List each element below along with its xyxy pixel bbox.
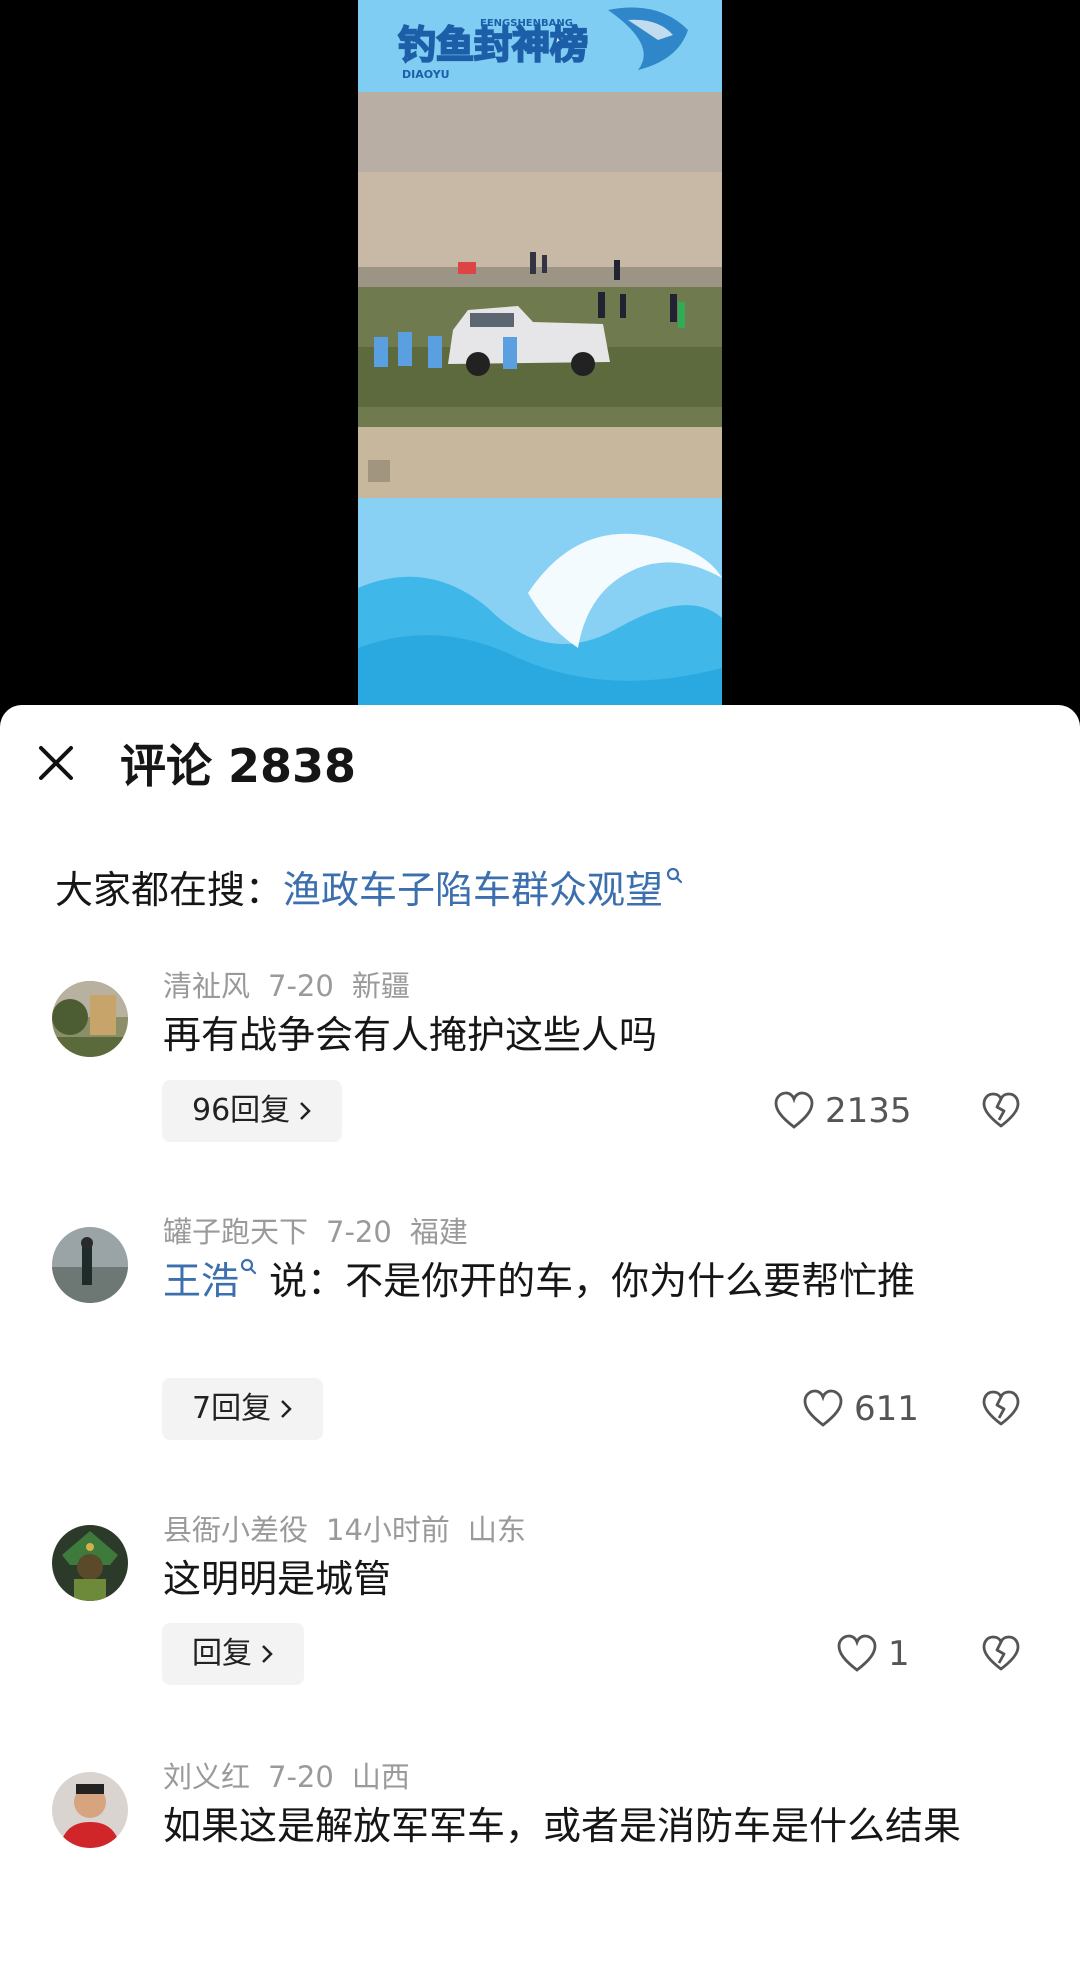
chevron-right-icon (300, 1102, 311, 1120)
comment-meta: 清祉风 7-20 新疆 (163, 969, 428, 1003)
comment-item: 刘义红 7-20 山西 如果这是解放军军车，或者是消防车是什么结果 (0, 1760, 1080, 1974)
trending-search-label: 大家都在搜： (55, 868, 284, 912)
like-count: 2135 (825, 1091, 912, 1131)
avatar[interactable] (52, 1772, 128, 1848)
replies-count: 回复 (192, 1636, 252, 1671)
comment-time: 7-20 (268, 1760, 334, 1794)
comment-location: 山西 (351, 1760, 410, 1794)
close-button[interactable] (34, 741, 78, 785)
like-count: 611 (854, 1389, 919, 1429)
search-icon[interactable] (665, 866, 683, 888)
svg-text:DIAOYU: DIAOYU (402, 68, 450, 81)
broken-heart-icon (982, 1635, 1020, 1671)
comment-item: 县衙小差役 14小时前 山东 这明明是城管 回复 1 (0, 1513, 1080, 1743)
comment-time: 14小时前 (326, 1513, 450, 1547)
chevron-right-icon (281, 1400, 292, 1418)
comment-username[interactable]: 县衙小差役 (163, 1513, 308, 1547)
heart-icon (803, 1389, 843, 1427)
avatar[interactable] (52, 1227, 128, 1303)
comment-text[interactable]: 再有战争会有人掩护这些人吗 (163, 1005, 1023, 1065)
like-count: 1 (888, 1634, 910, 1674)
comment-username[interactable]: 清祉风 (163, 969, 250, 1003)
broken-heart-icon (982, 1092, 1020, 1128)
like-button[interactable]: 1 (836, 1629, 910, 1679)
comment-username[interactable]: 罐子跑天下 (163, 1215, 308, 1249)
dislike-button[interactable] (978, 1088, 1024, 1134)
comment-text[interactable]: 如果这是解放军军车，或者是消防车是什么结果 (163, 1796, 1003, 1856)
comment-time: 7-20 (268, 969, 334, 1003)
close-icon[interactable] (36, 743, 76, 783)
video-scene-image (358, 92, 722, 498)
avatar[interactable] (52, 981, 128, 1057)
comment-item: 罐子跑天下 7-20 福建 王浩 说：不是你开的车，你为什么要帮忙推 7回复 611 (0, 1215, 1080, 1505)
comment-text[interactable]: 王浩 说：不是你开的车，你为什么要帮忙推 (163, 1251, 1003, 1311)
comments-sheet: 评论 2838 大家都在搜：渔政车子陷车群众观望 清祉风 7-20 新疆 再有战争会… (0, 705, 1080, 1974)
comments-title: 评论 2838 (120, 739, 357, 793)
view-replies-button[interactable]: 96回复 (162, 1080, 343, 1142)
dislike-button[interactable] (978, 1386, 1024, 1432)
video-area[interactable]: 钓鱼封神榜 FENGSHENBANG DIAOYU (0, 0, 1080, 705)
svg-text:FENGSHENBANG: FENGSHENBANG (480, 18, 573, 29)
replies-count: 96回复 (192, 1093, 291, 1128)
sheet-header: 评论 2838 (0, 705, 1080, 835)
comment-meta: 刘义红 7-20 山西 (163, 1760, 428, 1794)
dislike-button[interactable] (978, 1631, 1024, 1677)
view-replies-button[interactable]: 7回复 (162, 1378, 324, 1440)
video-wave-graphic (358, 498, 722, 705)
comment-item: 清祉风 7-20 新疆 再有战争会有人掩护这些人吗 96回复 2135 (0, 969, 1080, 1205)
comment-meta: 县衙小差役 14小时前 山东 (163, 1513, 544, 1547)
comment-text[interactable]: 这明明是城管 (163, 1549, 1023, 1609)
trending-search-link[interactable]: 渔政车子陷车群众观望 (283, 868, 663, 912)
heart-icon (837, 1634, 877, 1672)
avatar[interactable] (52, 1525, 128, 1601)
reply-button[interactable]: 回复 (162, 1623, 304, 1685)
search-icon (240, 1258, 257, 1275)
trending-search: 大家都在搜：渔政车子陷车群众观望 (55, 866, 683, 914)
broken-heart-icon (982, 1390, 1020, 1426)
chevron-right-icon (262, 1645, 273, 1663)
comment-body: 说：不是你开的车，你为什么要帮忙推 (269, 1259, 916, 1303)
comment-username[interactable]: 刘义红 (163, 1760, 250, 1794)
replies-count: 7回复 (192, 1391, 272, 1426)
comment-mention[interactable]: 王浩 (163, 1259, 239, 1303)
like-button[interactable]: 611 (802, 1384, 919, 1434)
heart-icon (774, 1091, 814, 1129)
video-banner: 钓鱼封神榜 FENGSHENBANG DIAOYU (358, 0, 722, 92)
comment-meta: 罐子跑天下 7-20 福建 (163, 1215, 486, 1249)
comment-location: 新疆 (351, 969, 410, 1003)
comment-location: 福建 (409, 1215, 468, 1249)
video-frame[interactable]: 钓鱼封神榜 FENGSHENBANG DIAOYU (358, 0, 722, 705)
like-button[interactable]: 2135 (773, 1086, 912, 1136)
comment-location: 山东 (467, 1513, 526, 1547)
svg-text:钓鱼封神榜: 钓鱼封神榜 (398, 23, 588, 67)
comment-time: 7-20 (326, 1215, 392, 1249)
